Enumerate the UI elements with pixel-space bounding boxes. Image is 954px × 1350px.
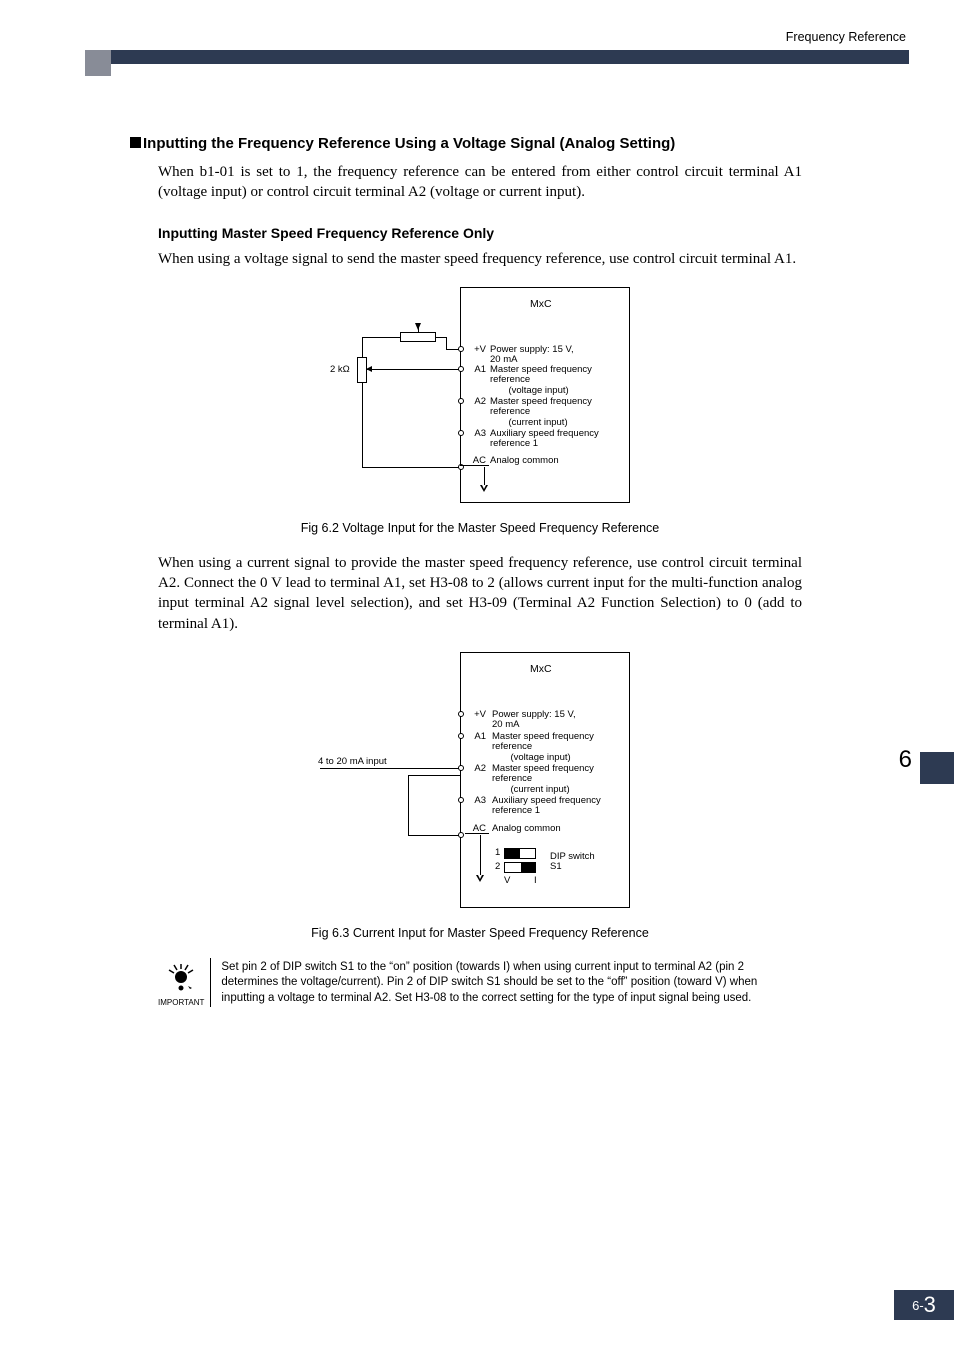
subsection-heading: Inputting Master Speed Frequency Referen… <box>158 225 830 241</box>
fig1-term-V-label: Power supply: 15 V, 20 mA <box>490 345 574 366</box>
fig1-box-title: MxC <box>530 299 552 311</box>
fig2-left-label: 4 to 20 mA input <box>318 757 387 767</box>
fig1-caption: Fig 6.2 Voltage Input for the Master Spe… <box>130 521 830 535</box>
page-prefix: 6- <box>912 1298 924 1313</box>
fig2-term-A2-code: A2 <box>466 764 486 774</box>
header-tab <box>85 50 111 76</box>
section-heading: Inputting the Frequency Reference Using … <box>130 135 830 152</box>
fig2-box-title: MxC <box>530 664 552 676</box>
side-tab <box>920 752 954 784</box>
section-intro: When b1-01 is set to 1, the frequency re… <box>158 162 802 203</box>
fig1-term-A2-code: A2 <box>466 397 486 407</box>
fig2-term-AC-label: Analog common <box>492 824 561 834</box>
fig2-term-V-code: +V <box>466 710 486 720</box>
fig2-caption: Fig 6.3 Current Input for Master Speed F… <box>130 926 830 940</box>
header-bar <box>85 50 909 64</box>
fig2-term-A1-label: Master speed frequency reference (voltag… <box>492 732 594 763</box>
important-note: IMPORTANT Set pin 2 of DIP switch S1 to … <box>158 958 802 1007</box>
fig1-term-A1-code: A1 <box>466 365 486 375</box>
square-bullet-icon <box>130 137 141 148</box>
fig2-dip-I: I <box>534 876 537 886</box>
fig2-term-A3-code: A3 <box>466 796 486 806</box>
fig2-dip-label: DIP switch S1 <box>550 852 595 873</box>
fig1-term-A1-label: Master speed frequency reference (voltag… <box>490 365 592 396</box>
fig2-dip-V: V <box>504 876 510 886</box>
figure-6-3: MxC 4 to 20 mA input +V Power supply: 15… <box>300 652 660 912</box>
fig2-term-A3-label: Auxiliary speed frequency reference 1 <box>492 796 601 817</box>
important-label: IMPORTANT <box>158 998 204 1007</box>
fig2-dip-1: 1 <box>495 848 500 858</box>
page-number-tab: 6-3 <box>894 1290 954 1320</box>
fig2-term-A1-code: A1 <box>466 732 486 742</box>
header-breadcrumb: Frequency Reference <box>786 30 906 44</box>
fig2-dip-2: 2 <box>495 862 500 872</box>
fig1-term-AC-label: Analog common <box>490 456 559 466</box>
fig1-term-A3-label: Auxiliary speed frequency reference 1 <box>490 429 599 450</box>
fig1-term-A2-label: Master speed frequency reference (curren… <box>490 397 592 428</box>
page-number: 3 <box>924 1292 936 1317</box>
fig1-pot-label: 2 kΩ <box>330 365 350 375</box>
figure-6-2: MxC 2 kΩ +V Power supply: 15 V, 20 mA A1… <box>300 287 660 507</box>
fig1-term-A3-code: A3 <box>466 429 486 439</box>
fig1-term-V-code: +V <box>466 345 486 355</box>
important-icon: IMPORTANT <box>158 958 211 1007</box>
fig2-term-A2-label: Master speed frequency reference (curren… <box>492 764 594 795</box>
side-chapter-number: 6 <box>899 746 912 774</box>
para2: When using a current signal to provide t… <box>158 553 802 634</box>
section-title: Inputting the Frequency Reference Using … <box>143 135 675 152</box>
subsection-text: When using a voltage signal to send the … <box>158 249 802 269</box>
fig2-term-V-label: Power supply: 15 V, 20 mA <box>492 710 576 731</box>
important-text: Set pin 2 of DIP switch S1 to the “on” p… <box>221 958 802 1007</box>
